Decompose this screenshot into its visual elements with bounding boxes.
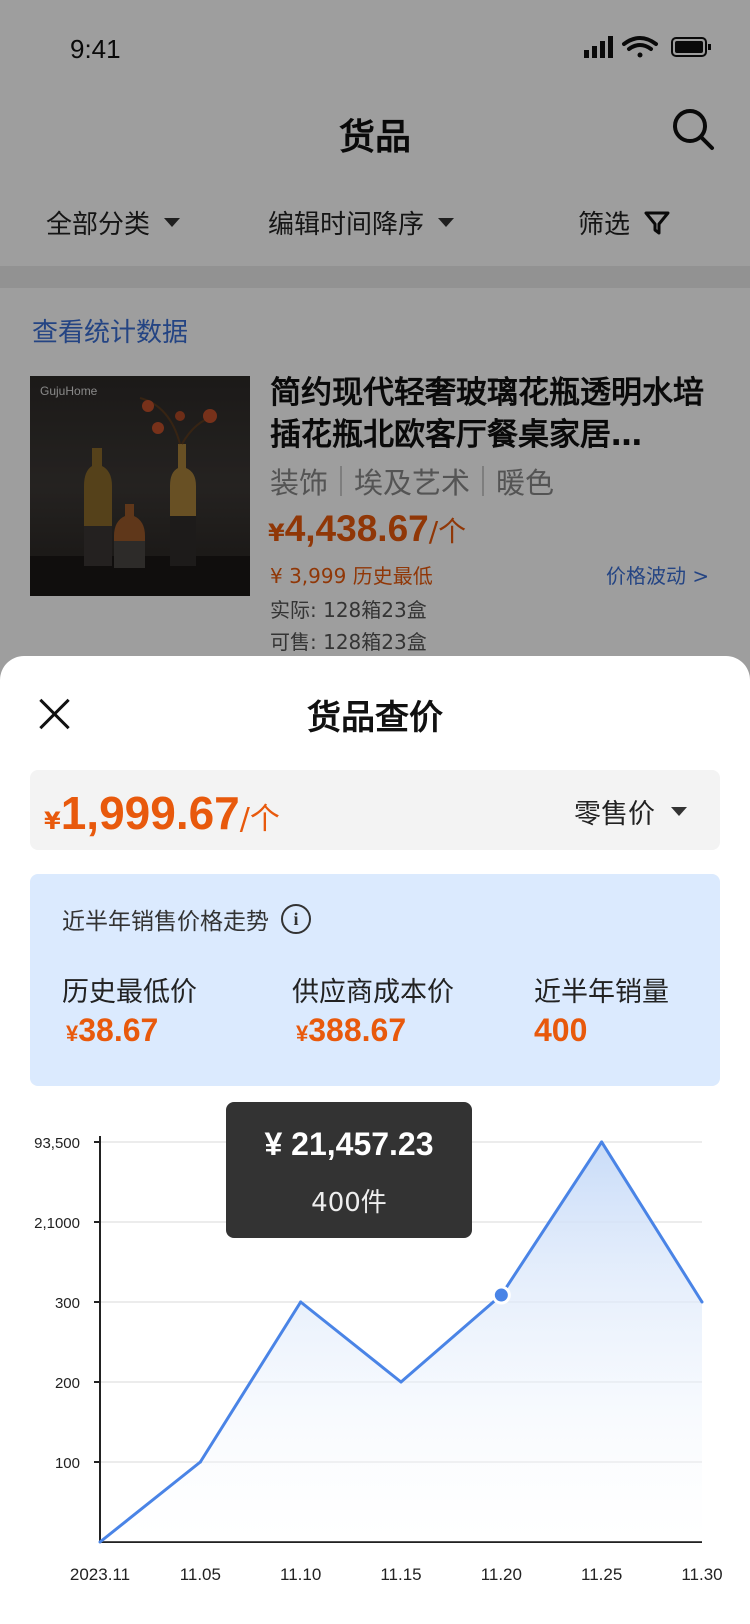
x-tick-label: 11.10 [280,1565,321,1584]
price-value: 1,999.67 [60,787,240,839]
stat-label-history-low: 历史最低价 [62,977,197,1008]
x-tick-label: 11.25 [581,1565,622,1584]
data-point [198,1460,202,1464]
x-tick-label: 11.15 [380,1565,421,1584]
stat-label-supplier-cost: 供应商成本价 [292,977,454,1008]
data-point [399,1380,403,1384]
sheet-title: 货品查价 [307,698,443,738]
data-point [700,1300,704,1304]
stat-label-half-year-sales: 近半年销量 [534,977,669,1008]
stat-value-supplier-cost: ¥388.67 [296,1012,406,1049]
stat-value-half-year-sales: 400 [534,1012,587,1049]
retail-price: ¥1,999.67/个 [44,786,280,840]
y-tick-label: 200 [55,1375,80,1392]
y-tick-label: 300 [55,1295,80,1312]
chevron-down-icon [671,807,687,816]
chart-tooltip: ¥ 21,457.23 400件 [226,1102,472,1238]
y-tick-label: 93,500 [34,1135,80,1152]
y-tick-label: 2,1000 [34,1215,80,1232]
highlighted-point [491,1285,511,1305]
x-tick-label: 2023.11 [70,1565,130,1584]
data-point [98,1540,102,1544]
currency-symbol: ¥ [66,1021,79,1046]
price-type-label: 零售价 [574,799,655,830]
data-point [299,1300,303,1304]
stat-value-history-low: ¥38.67 [66,1012,158,1049]
tooltip-count: 400件 [311,1188,387,1218]
x-tick-label: 11.30 [681,1565,722,1584]
trend-title: 近半年销售价格走势 i [62,902,311,936]
x-tick-label: 11.05 [180,1565,221,1584]
stat-number: 388.67 [308,1012,407,1048]
stat-number: 38.67 [78,1012,159,1048]
price-type-dropdown[interactable]: 零售价 [574,792,687,831]
y-tick-label: 100 [55,1455,80,1472]
tooltip-value: ¥ 21,457.23 [264,1126,434,1162]
data-point [600,1140,604,1144]
stat-number: 400 [534,1012,588,1048]
x-tick-label: 11.20 [481,1565,522,1584]
trend-title-text: 近半年销售价格走势 [62,909,269,935]
info-icon[interactable]: i [281,904,311,934]
currency-symbol: ¥ [296,1021,309,1046]
price-currency: ¥ [44,807,61,835]
price-unit: /个 [239,802,280,837]
